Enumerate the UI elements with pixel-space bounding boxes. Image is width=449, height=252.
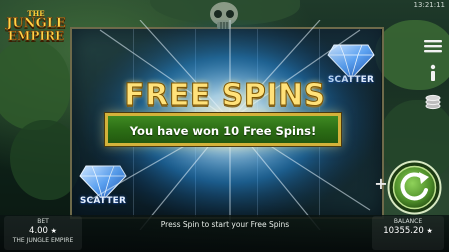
- status-message: Press Spin to start your Free Spins: [160, 220, 290, 229]
- bet-value: 4.00: [29, 226, 48, 236]
- balance-panel: BALANCE 10355.20 ★: [372, 218, 444, 236]
- scatter-label: SCATTER: [79, 196, 127, 206]
- game-stage: THE JUNGLE EMPIRE 13:21:11 SCATTER SCATT…: [0, 0, 449, 252]
- clock: 13:21:11: [413, 1, 445, 9]
- logo-line-2: EMPIRE: [7, 29, 65, 43]
- skull-icon: [210, 2, 238, 29]
- spin-arrow-icon: [387, 160, 442, 215]
- star-icon: ★: [50, 227, 57, 235]
- balance-value-row: 10355.20 ★: [372, 226, 444, 236]
- game-name: THE JUNGLE EMPIRE: [12, 237, 74, 244]
- free-spins-message-banner: You have won 10 Free Spins!: [104, 112, 342, 147]
- menu-button[interactable]: [421, 34, 445, 58]
- hamburger-menu-icon: [424, 40, 442, 53]
- bottom-bar: BET 4.00 ★ THE JUNGLE EMPIRE Press Spin …: [0, 215, 449, 252]
- free-spins-message: You have won 10 Free Spins!: [129, 124, 317, 138]
- bet-value-row: 4.00 ★: [4, 226, 82, 236]
- foliage: [0, 40, 70, 130]
- scatter-symbol: SCATTER: [74, 152, 132, 210]
- balance-value: 10355.20: [383, 226, 424, 236]
- bet-panel[interactable]: BET 4.00 ★ THE JUNGLE EMPIRE: [4, 218, 82, 244]
- info-button[interactable]: [421, 61, 445, 85]
- coin-stack-icon: [425, 94, 441, 110]
- info-icon: [430, 64, 436, 81]
- star-icon: ★: [426, 227, 433, 235]
- spin-button[interactable]: [387, 160, 442, 215]
- bet-label: BET: [37, 218, 49, 225]
- game-logo: THE JUNGLE EMPIRE: [2, 10, 70, 52]
- balance-label: BALANCE: [393, 218, 423, 225]
- free-spins-title: FREE SPINS: [124, 78, 326, 114]
- coins-button[interactable]: [421, 89, 445, 113]
